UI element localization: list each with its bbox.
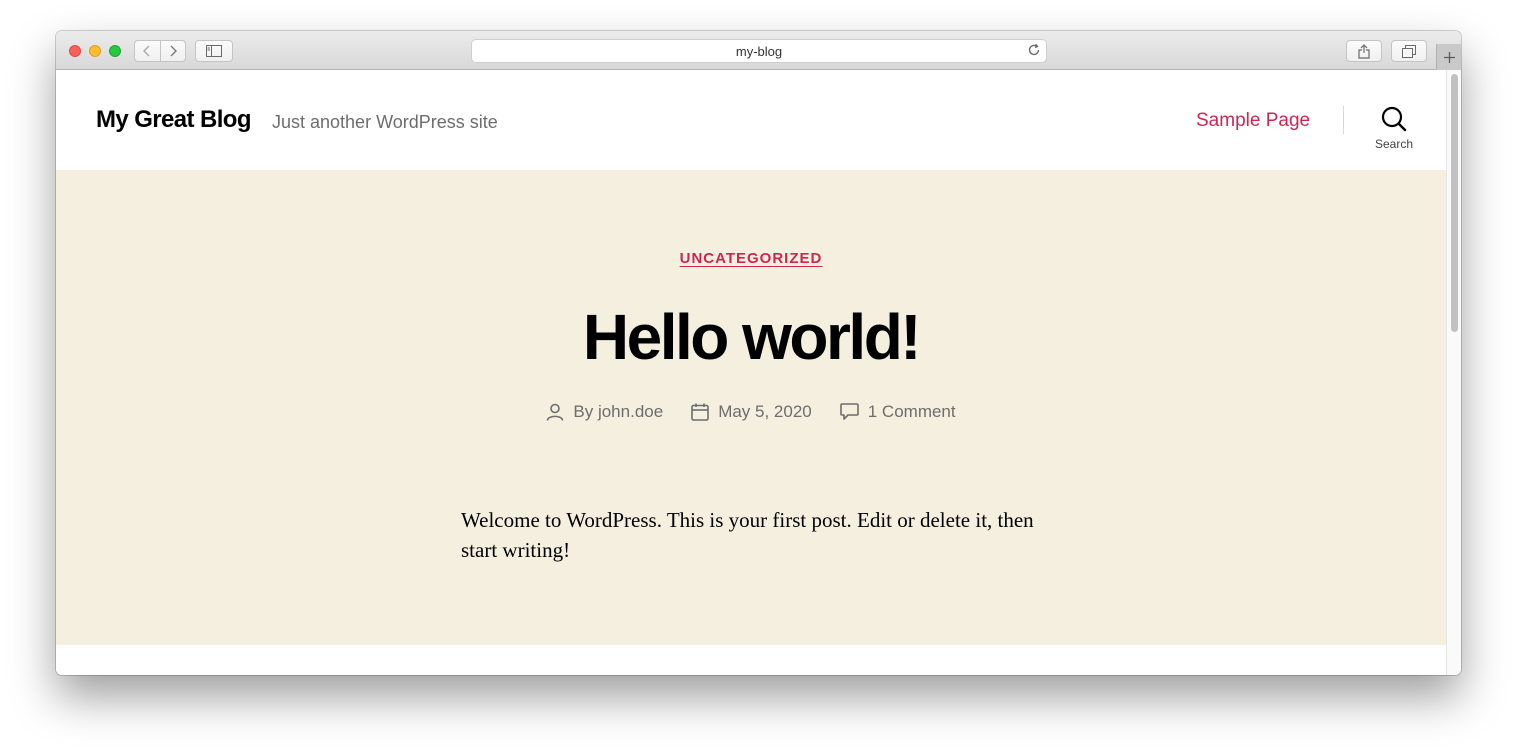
comments-link[interactable]: 1 Comment [868, 402, 956, 422]
chevron-left-icon [143, 45, 150, 57]
new-tab-button[interactable] [1436, 44, 1461, 70]
search-icon [1381, 106, 1407, 132]
post-author: By john.doe [546, 402, 663, 422]
post-category: UNCATEGORIZED [56, 250, 1446, 268]
web-page: My Great Blog Just another WordPress sit… [56, 70, 1446, 675]
author-prefix: By [573, 402, 594, 421]
comment-bubble-icon [839, 403, 859, 420]
page-scrollbar[interactable] [1446, 70, 1461, 675]
share-button[interactable] [1346, 40, 1382, 62]
post-title: Hello world! [582, 301, 922, 373]
nav-divider [1343, 106, 1344, 134]
search-toggle-button[interactable]: Search [1366, 106, 1422, 156]
site-title[interactable]: My Great Blog [96, 106, 252, 134]
post-comments: 1 Comment [839, 402, 956, 422]
calendar-icon [691, 403, 709, 421]
browser-toolbar: my-blog [56, 31, 1461, 70]
history-nav-group [134, 40, 186, 62]
post-header: UNCATEGORIZED Hello world! By john.doe M… [56, 170, 1446, 645]
minimize-window-button[interactable] [89, 45, 101, 57]
browser-window: my-blog My Great Blog Just another WordP… [56, 31, 1461, 675]
sidebar-toggle-button[interactable] [195, 40, 233, 62]
nav-link-sample-page[interactable]: Sample Page [1196, 110, 1310, 132]
address-bar[interactable]: my-blog [471, 39, 1047, 63]
forward-button[interactable] [159, 41, 185, 61]
chevron-right-icon [170, 45, 177, 57]
site-header: My Great Blog Just another WordPress sit… [56, 70, 1446, 170]
address-url: my-blog [735, 43, 783, 59]
zoom-window-button[interactable] [109, 45, 121, 57]
category-link[interactable]: UNCATEGORIZED [680, 250, 823, 267]
post-excerpt: Welcome to WordPress. This is your first… [461, 508, 1034, 562]
scrollbar-thumb[interactable] [1451, 74, 1458, 332]
back-button[interactable] [135, 41, 160, 61]
close-window-button[interactable] [69, 45, 81, 57]
show-tabs-button[interactable] [1391, 40, 1427, 62]
post-date: May 5, 2020 [691, 402, 812, 422]
post-meta: By john.doe May 5, 2020 1 Comment [56, 402, 1446, 422]
person-icon [547, 403, 564, 421]
search-label: Search [1374, 137, 1414, 151]
sidebar-icon [206, 45, 222, 57]
share-icon [1358, 43, 1370, 59]
author-link[interactable]: john.doe [598, 402, 663, 422]
tabs-overview-icon [1402, 44, 1416, 58]
plus-icon [1443, 51, 1455, 63]
reload-icon[interactable] [1027, 43, 1041, 62]
site-description: Just another WordPress site [272, 112, 498, 132]
date-link[interactable]: May 5, 2020 [718, 402, 812, 422]
